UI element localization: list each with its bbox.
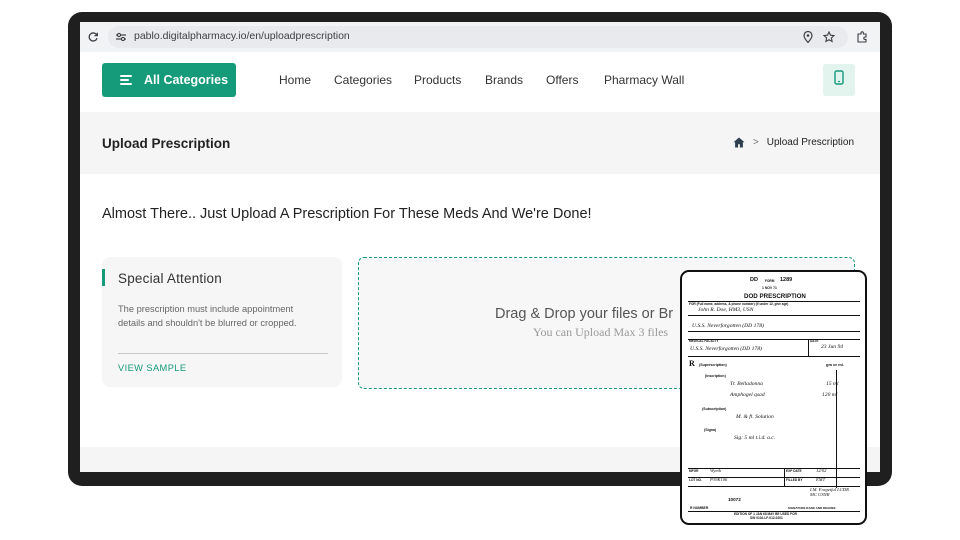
card-title: Special Attention <box>118 271 222 286</box>
mobile-phone-icon <box>834 70 844 90</box>
nav-link-categories[interactable]: Categories <box>334 73 392 87</box>
rx-date-label: DATE <box>810 339 819 343</box>
rx-rule <box>688 356 860 357</box>
tune-icon[interactable] <box>113 29 129 45</box>
rx-number: 10072 <box>728 497 741 502</box>
url-text[interactable]: pablo.digitalpharmacy.io/en/uploadprescr… <box>134 30 350 42</box>
rx-heading: DOD PRESCRIPTION <box>744 293 806 300</box>
rx-rule <box>808 339 809 356</box>
all-categories-label: All Categories <box>144 73 229 87</box>
site-navbar: All Categories Home Categories Products … <box>80 52 880 112</box>
browser-toolbar: pablo.digitalpharmacy.io/en/uploadprescr… <box>80 22 880 52</box>
rx-signature: I.M. Forgetful LCDR MC USNR <box>810 487 849 497</box>
breadcrumb: > Upload Prescription <box>733 137 854 148</box>
rx-number-label: R NUMBER <box>690 506 709 510</box>
card-accent-bar <box>102 269 105 286</box>
page-title: Upload Prescription <box>102 136 231 151</box>
rx-subscription-text: M. & ft. Solution <box>736 414 774 420</box>
rx-exp: 12/02 <box>816 468 827 473</box>
nav-link-pharmacy-wall[interactable]: Pharmacy Wall <box>604 73 684 87</box>
card-divider <box>118 353 328 354</box>
page-headline: Almost There.. Just Upload A Prescriptio… <box>102 206 592 222</box>
breadcrumb-separator: > <box>752 137 759 148</box>
page-header: Upload Prescription > Upload Prescriptio… <box>80 112 880 174</box>
rx-dd: DD <box>750 277 758 283</box>
rx-rule <box>688 315 860 316</box>
rx-rule <box>688 331 860 332</box>
rx-for-label: FOR (Full name, address, & phone number)… <box>689 302 789 306</box>
rx-symbol: R <box>689 359 695 368</box>
rx-superscription: (Superscription) <box>699 363 727 367</box>
rx-form-number: 1289 <box>780 277 793 283</box>
rx-facility: U.S.S. Neverforgotten (DD 178) <box>690 346 762 352</box>
rx-form-label: FORM <box>765 279 775 283</box>
nav-link-offers[interactable]: Offers <box>546 73 578 87</box>
rx-sn: S/N 0102-LF-012-0201 <box>750 516 783 520</box>
home-icon[interactable] <box>733 137 745 148</box>
rx-signature-label: SIGNATURE RANK AND DEGREE <box>788 506 836 510</box>
view-sample-link[interactable]: VIEW SAMPLE <box>118 363 186 373</box>
rx-column-rule <box>836 370 837 488</box>
card-body: The prescription must include appointmen… <box>118 304 297 328</box>
nav-link-products[interactable]: Products <box>414 73 461 87</box>
rx-signa-text: Sig: 5 ml t.i.d. a.c. <box>734 435 776 441</box>
rx-drug-2: Amphogel qsad <box>730 392 765 398</box>
rx-unit: U.S.S. Neverforgotten (DD 178) <box>692 323 764 329</box>
reload-icon[interactable] <box>85 29 101 45</box>
rx-lot-label: LOT NO. <box>689 478 702 482</box>
rx-gm-label: gm or ml. <box>826 362 845 367</box>
rx-filled: EMT <box>816 477 826 482</box>
rx-facility-label: MEDICAL FACILITY <box>689 339 719 343</box>
rx-subscription: (Subscription) <box>702 407 727 411</box>
nav-link-brands[interactable]: Brands <box>485 73 523 87</box>
rx-qty-2: 120 ml <box>822 392 838 398</box>
dropzone-title: Drag & Drop your files or Br <box>495 306 674 322</box>
rx-filled-label: FILLED BY <box>786 478 803 482</box>
rx-drug-1: Tr. Belladonna <box>730 381 763 387</box>
rx-signa: (Signa) <box>704 428 717 432</box>
sample-prescription: DD FORM 1289 1 NOV 71 DOD PRESCRIPTION F… <box>688 276 860 520</box>
rx-lot: P39K106 <box>710 477 728 482</box>
star-icon[interactable] <box>821 29 837 45</box>
rx-mfgr-label: MFGR <box>689 469 699 473</box>
mobile-app-button[interactable] <box>823 64 855 96</box>
rx-inscription: (Inscription) <box>705 374 726 378</box>
rx-qty-1: 15 ml <box>826 381 839 387</box>
breadcrumb-current: Upload Prescription <box>766 137 854 148</box>
dropzone-subtitle: You can Upload Max 3 files <box>533 325 669 339</box>
rx-patient: John R. Doe, HM3, USN <box>698 307 754 313</box>
all-categories-button[interactable]: All Categories <box>102 63 236 97</box>
menu-icon <box>120 75 132 85</box>
rx-mfgr: Wyeth <box>710 468 722 473</box>
sample-prescription-phone: DD FORM 1289 1 NOV 71 DOD PRESCRIPTION F… <box>680 270 867 525</box>
rx-date-line: 1 NOV 71 <box>762 286 777 290</box>
puzzle-icon[interactable] <box>854 29 870 45</box>
special-attention-card: Special Attention The prescription must … <box>102 257 342 387</box>
rx-exp-label: EXP DATE <box>786 469 802 473</box>
location-pin-icon[interactable] <box>800 29 816 45</box>
nav-link-home[interactable]: Home <box>279 73 311 87</box>
rx-date: 23 Jun 94 <box>821 344 844 350</box>
